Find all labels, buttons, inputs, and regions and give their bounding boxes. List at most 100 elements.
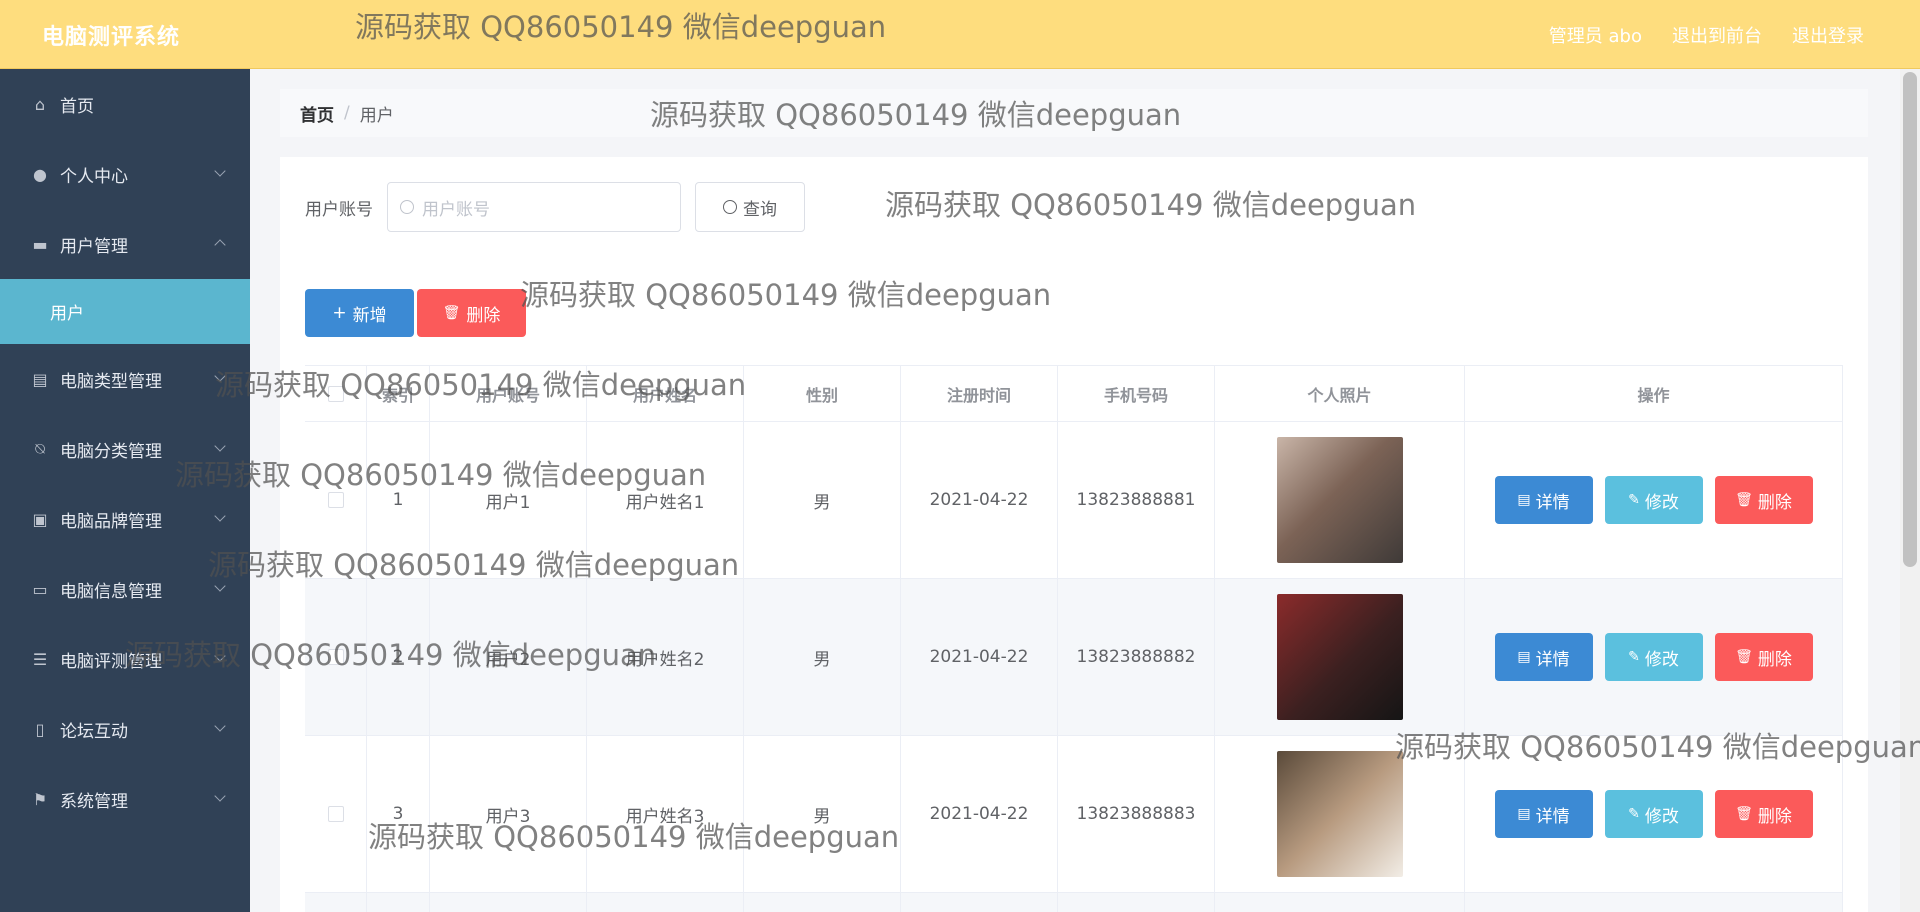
search-input[interactable]: 用户账号	[387, 182, 681, 232]
phone-icon: ▯	[35, 719, 45, 739]
chevron-down-icon	[214, 580, 226, 592]
header-operations: 操作	[1465, 366, 1843, 421]
detail-button[interactable]: ▤ 详情	[1494, 790, 1593, 838]
sidebar-item-label: 论坛互动	[60, 721, 128, 742]
delete-button[interactable]: 🗑 删除	[1714, 790, 1813, 838]
plus-icon: +	[332, 303, 347, 323]
sidebar-item-pc-category[interactable]: ⍉ 电脑分类管理	[0, 414, 250, 484]
brand-title: 电脑测评系统	[42, 25, 181, 50]
add-button[interactable]: + 新增	[305, 289, 414, 337]
edit-button[interactable]: ✎ 修改	[1604, 633, 1703, 681]
sidebar-item-user-management[interactable]: ▬ 用户管理	[0, 209, 250, 279]
header-account: 用户账号	[430, 366, 587, 421]
scrollbar-thumb[interactable]	[1903, 72, 1917, 567]
bell-off-icon: ⍉	[35, 439, 45, 458]
sidebar-item-system[interactable]: ⚑ 系统管理	[0, 764, 250, 834]
admin-username: 管理员 abo	[1548, 26, 1642, 47]
search-icon	[723, 200, 737, 214]
sidebar-item-label: 个人中心	[60, 166, 128, 187]
pencil-icon: ✎	[1628, 649, 1640, 665]
row-checkbox[interactable]	[327, 806, 344, 822]
cell-photo	[1215, 422, 1465, 578]
header-select-all[interactable]	[305, 366, 367, 421]
document-icon: ▤	[1517, 492, 1531, 508]
chevron-down-icon	[214, 510, 226, 522]
sidebar-item-label: 系统管理	[60, 791, 128, 812]
cell-date: 2021-04-22	[901, 579, 1058, 735]
batch-delete-button[interactable]: 🗑 删除	[417, 289, 526, 337]
cell-sex: 男	[744, 422, 901, 578]
action-buttons: + 新增 🗑 删除	[305, 289, 526, 337]
trash-icon: 🗑	[442, 305, 461, 321]
table-header: 索引 用户账号 用户姓名 性别 注册时间 手机号码 个人照片 操作	[305, 366, 1843, 422]
pencil-icon: ✎	[1628, 806, 1640, 822]
sidebar-item-forum[interactable]: ▯ 论坛互动	[0, 694, 250, 764]
delete-button[interactable]: 🗑 删除	[1714, 476, 1813, 524]
logout-link[interactable]: 退出登录	[1792, 22, 1864, 48]
home-icon: ⌂	[34, 94, 46, 114]
back-to-front-link[interactable]: 退出到前台	[1672, 22, 1762, 48]
cell-name: 用户姓名3	[587, 736, 744, 892]
cell-name: 用户姓名2	[587, 579, 744, 735]
edit-button[interactable]: ✎ 修改	[1604, 790, 1703, 838]
sidebar-item-pc-review[interactable]: ☰ 电脑评测管理	[0, 624, 250, 694]
sidebar-item-pc-info[interactable]: ▭ 电脑信息管理	[0, 554, 250, 624]
cell-index: 1	[367, 422, 430, 578]
sidebar-item-label: 用户管理	[60, 236, 128, 257]
vertical-scrollbar[interactable]	[1900, 69, 1920, 912]
select-all-checkbox[interactable]	[327, 385, 344, 402]
row-checkbox[interactable]	[327, 649, 344, 665]
cell-phone: 13823888881	[1058, 422, 1215, 578]
cell-sex: 男	[744, 579, 901, 735]
table-row: 1 用户1 用户姓名1 男 2021-04-22 13823888881 ▤ 详情…	[305, 422, 1843, 579]
sidebar-item-home[interactable]: ⌂ 首页	[0, 69, 250, 139]
trash-icon: 🗑	[1735, 649, 1753, 665]
row-checkbox[interactable]	[327, 492, 344, 508]
search-label: 用户账号	[305, 199, 373, 220]
chevron-up-icon	[214, 239, 226, 251]
header-date: 注册时间	[901, 366, 1058, 421]
cell-account: 用户1	[430, 422, 587, 578]
breadcrumb: 首页 / 用户	[280, 89, 1868, 137]
edit-label: 修改	[1644, 806, 1679, 827]
table-row	[305, 893, 1843, 912]
cell-date: 2021-04-22	[901, 422, 1058, 578]
pencil-icon: ✎	[1628, 492, 1640, 508]
sidebar-item-pc-brand[interactable]: ▣ 电脑品牌管理	[0, 484, 250, 554]
delete-label: 删除	[1757, 649, 1792, 670]
cell-phone: 13823888882	[1058, 579, 1215, 735]
cell-operations: ▤ 详情 ✎ 修改 🗑 删除	[1465, 736, 1843, 892]
chevron-down-icon	[214, 720, 226, 732]
cell-date: 2021-04-22	[901, 736, 1058, 892]
cell-account: 用户3	[430, 736, 587, 892]
detail-button[interactable]: ▤ 详情	[1494, 633, 1593, 681]
cell-index	[367, 893, 430, 912]
search-button[interactable]: 查询	[695, 182, 805, 232]
chevron-down-icon	[214, 790, 226, 802]
add-button-label: 新增	[352, 305, 387, 326]
sidebar-item-label: 电脑评测管理	[60, 651, 162, 672]
header-phone: 手机号码	[1058, 366, 1215, 421]
sidebar-item-pc-type[interactable]: ▤ 电脑类型管理	[0, 344, 250, 414]
delete-button-label: 删除	[466, 305, 501, 326]
header-links: 管理员 abo 退出到前台 退出登录	[1549, 22, 1864, 48]
search-button-label: 查询	[743, 199, 777, 220]
sidebar-subitem-users[interactable]: 用户	[0, 279, 250, 344]
user-icon: ●	[33, 164, 47, 184]
avatar	[1276, 437, 1403, 563]
edit-label: 修改	[1644, 649, 1679, 670]
detail-button[interactable]: ▤ 详情	[1494, 476, 1593, 524]
main-content: 首页 / 用户 用户账号 用户账号 查询 + 新增 🗑 删除 索引 用户账号 用…	[250, 69, 1900, 912]
cell-account	[430, 893, 587, 912]
sidebar-item-personal-center[interactable]: ● 个人中心	[0, 139, 250, 209]
edit-button[interactable]: ✎ 修改	[1604, 476, 1703, 524]
cell-index: 2	[367, 579, 430, 735]
cell-index: 3	[367, 736, 430, 892]
delete-button[interactable]: 🗑 删除	[1714, 633, 1813, 681]
search-placeholder: 用户账号	[422, 199, 490, 220]
header-photo: 个人照片	[1215, 366, 1465, 421]
clipboard-icon: ▤	[32, 369, 48, 389]
detail-label: 详情	[1535, 492, 1570, 513]
edit-label: 修改	[1644, 492, 1679, 513]
breadcrumb-home[interactable]: 首页	[300, 101, 334, 126]
